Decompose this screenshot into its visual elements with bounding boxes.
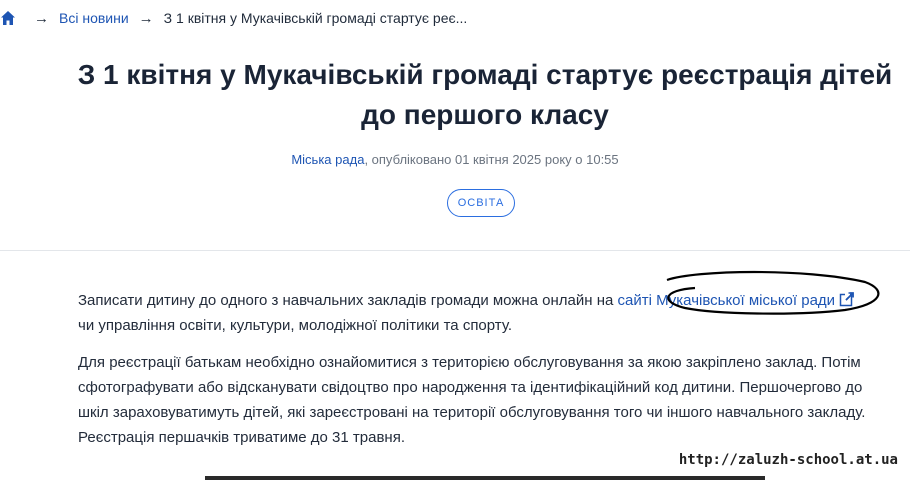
- external-link-icon: [839, 290, 855, 307]
- city-council-site-link[interactable]: сайті Мукачівської міської ради: [618, 292, 860, 309]
- breadcrumb-all-news-link[interactable]: Всі новини: [59, 10, 129, 26]
- paragraph-text: чи управління освіти, культури, молодіжн…: [78, 317, 512, 334]
- breadcrumb-separator: →: [34, 9, 49, 27]
- publish-date: , опубліковано 01 квітня 2025 року о 10:…: [364, 152, 619, 167]
- divider: [0, 250, 910, 251]
- page-title: З 1 квітня у Мукачівській громаді старту…: [77, 59, 893, 130]
- category-tag[interactable]: ОСВІТА: [447, 189, 515, 217]
- paragraph: Для реєстрації батькам необхідно ознайом…: [78, 354, 866, 446]
- breadcrumb-current: З 1 квітня у Мукачівській громаді старту…: [163, 10, 468, 26]
- image-edge: [205, 476, 765, 480]
- paragraph-text: Записати дитину до одного з навчальних з…: [78, 292, 618, 309]
- home-icon[interactable]: [0, 10, 16, 26]
- breadcrumb: → Всі новини → З 1 квітня у Мукачівській…: [0, 8, 467, 28]
- article-meta: Міська рада, опубліковано 01 квітня 2025…: [0, 152, 910, 167]
- link-text: сайті Мукачівської міської ради: [617, 292, 836, 309]
- breadcrumb-separator: →: [138, 9, 154, 27]
- author-link[interactable]: Міська рада: [291, 152, 364, 167]
- watermark: http://zaluzh-school.at.ua: [676, 452, 900, 468]
- article-body: Записати дитину до одного з навчальних з…: [78, 288, 878, 462]
- paragraph: Записати дитину до одного з навчальних з…: [78, 288, 878, 338]
